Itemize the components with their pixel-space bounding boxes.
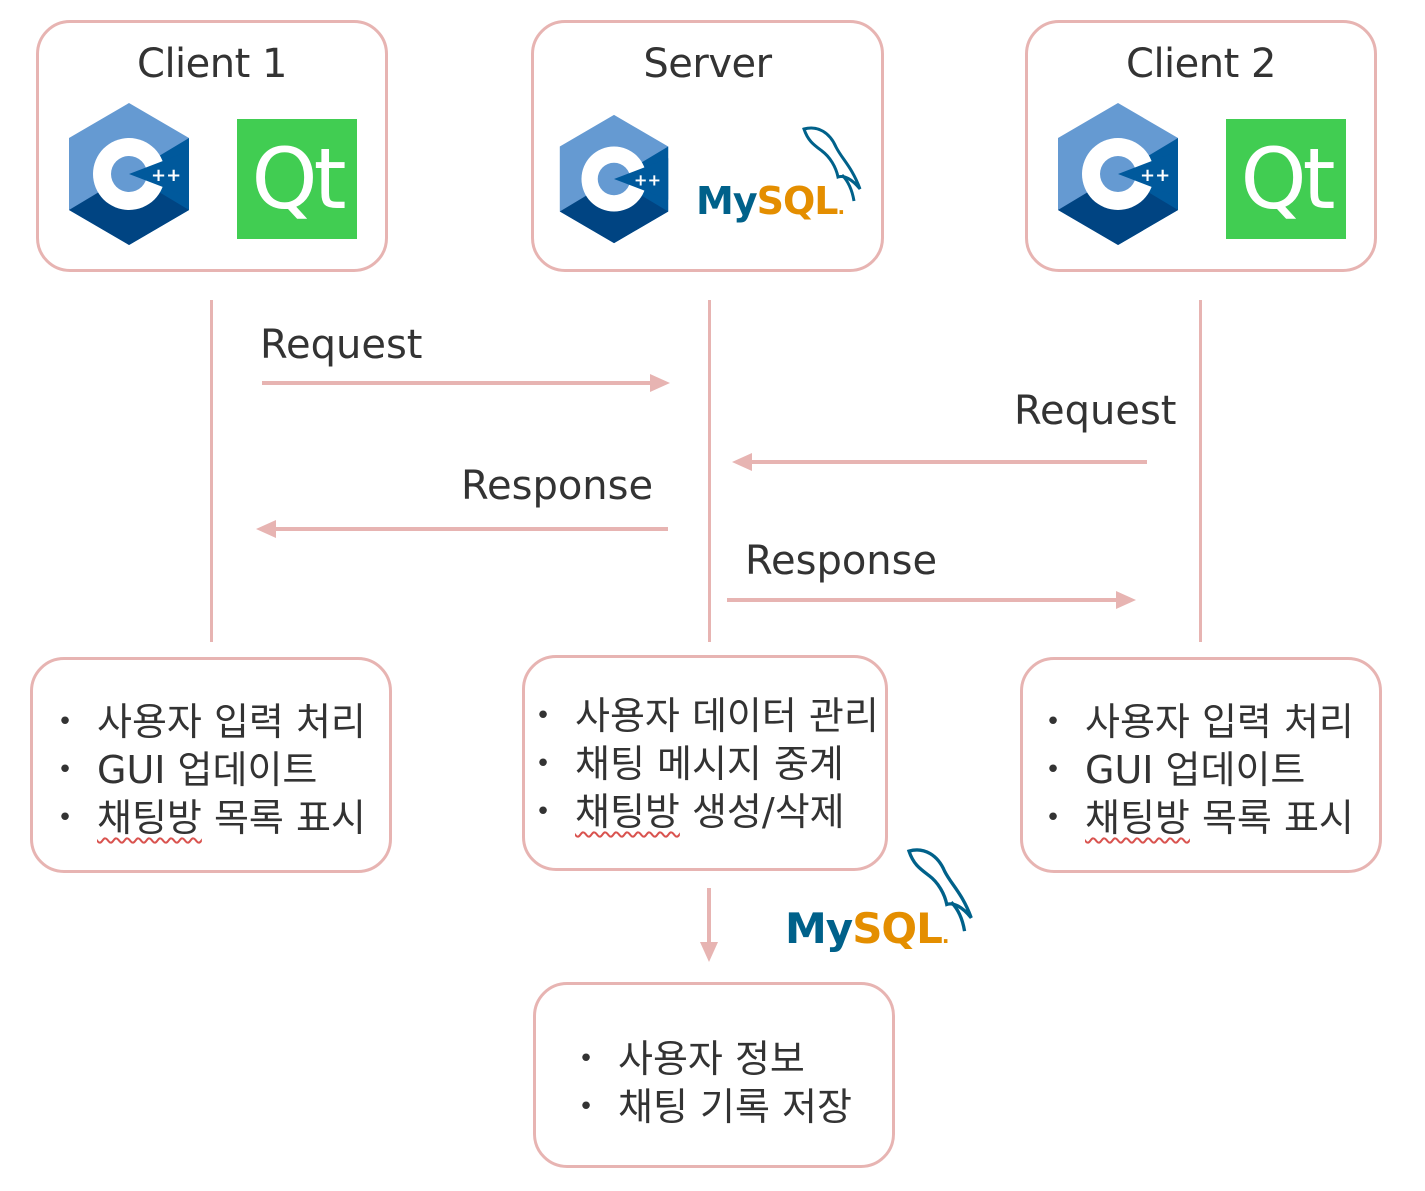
client2-box: Client 2 ++ Qt	[1025, 20, 1377, 272]
client1-duties-box: • 사용자 입력 처리 • GUI 업데이트 • 채팅방 목록 표시	[30, 657, 392, 873]
list-item: • 사용자 정보	[578, 1037, 805, 1081]
svg-text:++: ++	[151, 165, 181, 186]
response-arrow-client2-head	[1116, 591, 1136, 609]
server-title: Server	[643, 41, 772, 87]
server-box: Server ++ MySQL.	[531, 20, 884, 272]
list-item: • GUI 업데이트	[1045, 748, 1306, 792]
cpp-icon: ++	[1058, 103, 1178, 245]
list-item: • 채팅 메시지 중계	[535, 742, 844, 786]
request-label-client2: Request	[1014, 388, 1177, 434]
request-arrow-client1-head	[650, 374, 670, 392]
mysql-sql: SQL	[852, 904, 943, 953]
mysql-logo-text: MySQL.	[696, 179, 845, 223]
server-duties-box: • 사용자 데이터 관리 • 채팅 메시지 중계 • 채팅방 생성/삭제	[522, 655, 888, 871]
client1-box: Client 1 ++ Qt	[36, 20, 388, 272]
request-arrow-client2-head	[732, 453, 752, 471]
list-item: • 채팅 기록 저장	[578, 1085, 852, 1129]
server-duties-list: • 사용자 데이터 관리 • 채팅 메시지 중계 • 채팅방 생성/삭제	[533, 692, 879, 836]
list-item: • 채팅방 목록 표시	[57, 796, 366, 840]
response-arrow-client1-head	[256, 520, 276, 538]
svg-text:++: ++	[1140, 165, 1170, 186]
cpp-icon: ++	[559, 114, 669, 244]
list-item: • GUI 업데이트	[57, 748, 318, 792]
list-item: • 채팅방 생성/삭제	[535, 790, 845, 834]
db-mysql-logo-text: MySQL.	[785, 904, 949, 953]
cpp-icon: ++	[69, 103, 189, 245]
request-label-client1: Request	[260, 322, 423, 368]
client2-duties-list: • 사용자 입력 처리 • GUI 업데이트 • 채팅방 목록 표시	[1043, 698, 1354, 842]
list-item: • 사용자 데이터 관리	[535, 694, 879, 738]
client2-duties-box: • 사용자 입력 처리 • GUI 업데이트 • 채팅방 목록 표시	[1020, 657, 1382, 873]
list-item: • 사용자 입력 처리	[57, 700, 366, 744]
client1-duties-list: • 사용자 입력 처리 • GUI 업데이트 • 채팅방 목록 표시	[55, 698, 366, 842]
database-box: • 사용자 정보 • 채팅 기록 저장	[533, 982, 895, 1168]
list-item: • 사용자 입력 처리	[1045, 700, 1354, 744]
qt-logo-icon: Qt	[1226, 119, 1346, 239]
client1-title: Client 1	[137, 41, 287, 87]
database-stores-list: • 사용자 정보 • 채팅 기록 저장	[576, 1035, 852, 1131]
client2-title: Client 2	[1126, 41, 1276, 87]
server-to-db-arrow-head	[700, 942, 718, 962]
svg-text:++: ++	[634, 170, 661, 189]
response-label-client1: Response	[461, 463, 654, 509]
mysql-my: My	[785, 904, 853, 953]
mysql-my: My	[696, 179, 758, 223]
list-item: • 채팅방 목록 표시	[1045, 796, 1354, 840]
response-label-client2: Response	[745, 538, 938, 584]
mysql-sql: SQL	[756, 179, 839, 223]
qt-logo-icon: Qt	[237, 119, 357, 239]
